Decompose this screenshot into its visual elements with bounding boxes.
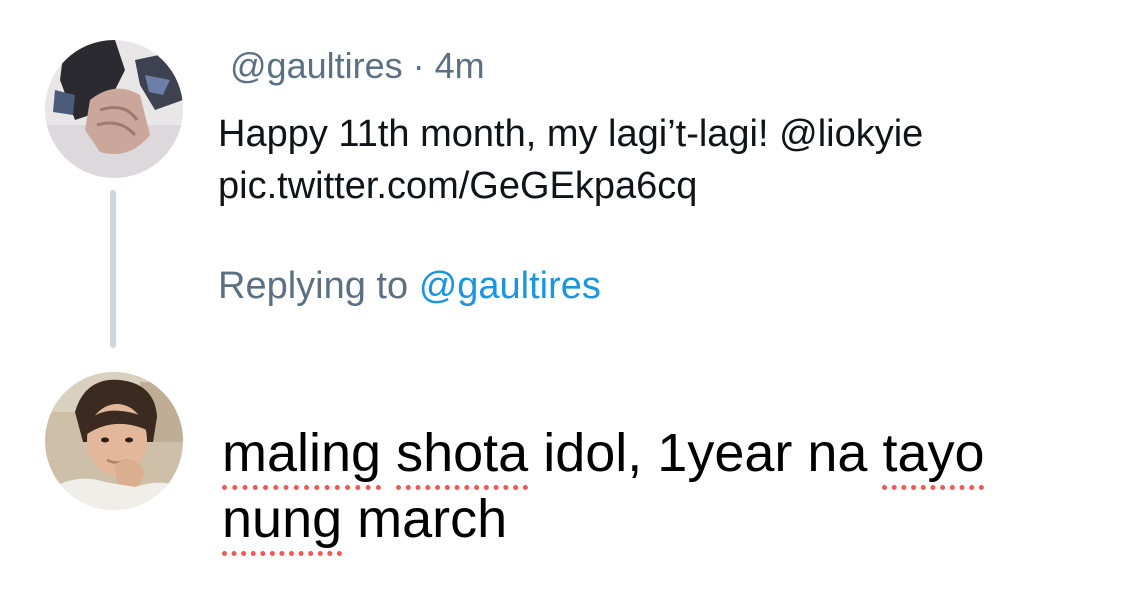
tweet-author-handle[interactable]: @gaultires xyxy=(230,45,403,86)
misspelled-word[interactable]: maling xyxy=(222,423,381,483)
compose-word: idol, 1year na xyxy=(543,423,868,483)
tweet-text-line-1: Happy 11th month, my lagi’t-lagi! @lioky… xyxy=(218,113,924,155)
tweet-body: Happy 11th month, my lagi’t-lagi! @lioky… xyxy=(218,108,1078,212)
misspelled-word[interactable]: tayo xyxy=(882,423,984,483)
misspelled-word[interactable]: nung xyxy=(222,489,342,549)
tweet-meta-separator: · xyxy=(412,45,425,86)
compose-line-2: nung march xyxy=(222,486,1092,552)
compose-line-1: maling shota idol, 1year na tayo xyxy=(222,420,1092,486)
replying-to-label: Replying to xyxy=(218,265,409,307)
compose-word: march xyxy=(357,489,508,549)
tweet-author-avatar[interactable] xyxy=(45,40,183,178)
reply-compose-text[interactable]: maling shota idol, 1year na tayo nung ma… xyxy=(222,420,1092,552)
reply-author-avatar[interactable] xyxy=(45,372,183,510)
misspelled-word[interactable]: shota xyxy=(396,423,528,483)
thread-connector-line xyxy=(110,190,116,348)
replying-to-context: Replying to @gaultires xyxy=(218,262,601,310)
replying-to-handle-link[interactable]: @gaultires xyxy=(419,265,601,307)
reply-screen: @gaultires · 4m Happy 11th month, my lag… xyxy=(0,0,1125,610)
tweet-header: @gaultires · 4m xyxy=(230,44,485,88)
tweet-timestamp[interactable]: 4m xyxy=(435,45,485,86)
tweet-text-line-2: pic.twitter.com/GeGEkpa6cq xyxy=(218,165,698,207)
